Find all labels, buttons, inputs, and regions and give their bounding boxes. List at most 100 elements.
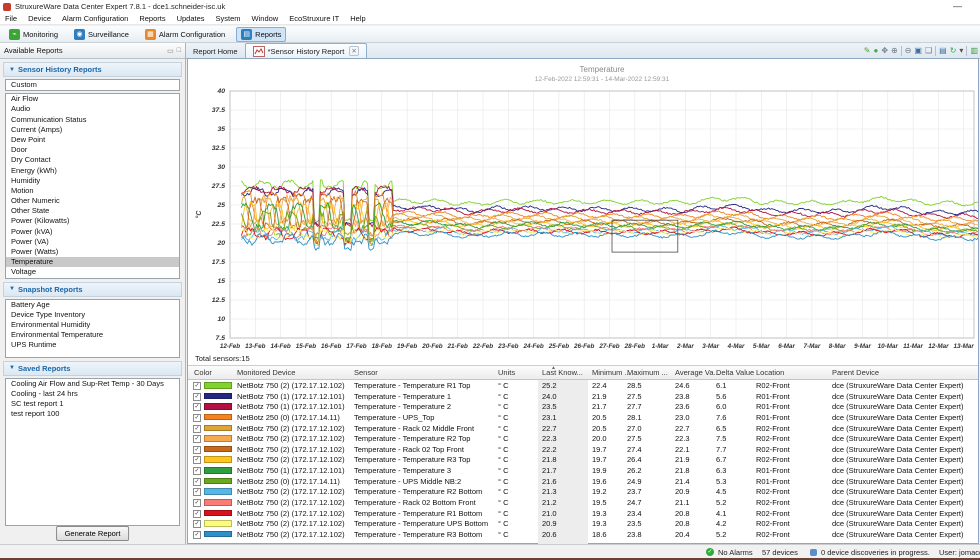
column-header-maximum-[interactable]: Maximum ... bbox=[627, 368, 668, 377]
table-row[interactable]: ✓NetBotz 750 (1) (172.17.12.101)Temperat… bbox=[188, 465, 978, 476]
table-row[interactable]: ✓NetBotz 750 (2) (172.17.12.102)Temperat… bbox=[188, 529, 978, 540]
sensor-history-item-dew-point[interactable]: Dew Point bbox=[6, 135, 179, 145]
column-header-color[interactable]: Color bbox=[194, 368, 212, 377]
column-header-last-know-[interactable]: Last Know... bbox=[542, 368, 583, 377]
column-header-sensor[interactable]: Sensor bbox=[354, 368, 378, 377]
snapshot-item-battery-age[interactable]: Battery Age bbox=[6, 300, 179, 310]
column-header-monitored-device[interactable]: Monitored Device bbox=[237, 368, 295, 377]
maximize-panel-icon[interactable]: □ bbox=[177, 47, 181, 54]
column-header-location[interactable]: Location bbox=[756, 368, 784, 377]
snapshot-item-environmental-humidity[interactable]: Environmental Humidity bbox=[6, 320, 179, 330]
table-row[interactable]: ✓NetBotz 750 (2) (172.17.12.102)Temperat… bbox=[188, 497, 978, 508]
row-checkbox[interactable]: ✓ bbox=[193, 393, 201, 401]
sensor-history-item-door[interactable]: Door bbox=[6, 145, 179, 155]
row-checkbox[interactable]: ✓ bbox=[193, 531, 201, 539]
row-checkbox[interactable]: ✓ bbox=[193, 488, 201, 496]
generate-report-button[interactable]: Generate Report bbox=[56, 526, 130, 541]
marker-toggle-icon[interactable]: ● bbox=[873, 47, 878, 55]
menu-reports[interactable]: Reports bbox=[139, 14, 165, 23]
sensor-history-item-power-va-[interactable]: Power (VA) bbox=[6, 237, 179, 247]
sensor-history-item-temperature[interactable]: Temperature bbox=[6, 257, 179, 267]
edit-chart-icon[interactable]: ✎ bbox=[864, 47, 871, 55]
temperature-line-chart[interactable]: 7.51012.51517.52022.52527.53032.53537.54… bbox=[188, 59, 978, 352]
monitoring-button[interactable]: ⌁Monitoring bbox=[4, 27, 63, 42]
menu-alarm-configuration[interactable]: Alarm Configuration bbox=[62, 14, 128, 23]
column-header-parent-device[interactable]: Parent Device bbox=[832, 368, 879, 377]
row-checkbox[interactable]: ✓ bbox=[193, 403, 201, 411]
zoom-in-icon[interactable]: ⊕ bbox=[891, 47, 898, 55]
row-checkbox[interactable]: ✓ bbox=[193, 478, 201, 486]
menu-updates[interactable]: Updates bbox=[177, 14, 205, 23]
menu-file[interactable]: File bbox=[5, 14, 17, 23]
saved-report-item-cooling-last-24-hrs[interactable]: Cooling - last 24 hrs bbox=[6, 389, 179, 399]
table-header-row[interactable]: ▲ ColorMonitored DeviceSensorUnitsLast K… bbox=[188, 365, 978, 380]
row-checkbox[interactable]: ✓ bbox=[193, 456, 201, 464]
custom-report-item[interactable]: Custom bbox=[5, 79, 180, 91]
menu-window[interactable]: Window bbox=[252, 14, 279, 23]
export-chart-icon[interactable]: ▤ bbox=[939, 47, 947, 55]
snapshot-section-header[interactable]: ▼ Snapshot Reports bbox=[3, 282, 182, 297]
table-row[interactable]: ✓NetBotz 250 (0) (172.17.14.11)Temperatu… bbox=[188, 412, 978, 423]
table-row[interactable]: ✓NetBotz 250 (0) (172.17.14.11)Temperatu… bbox=[188, 476, 978, 487]
column-header-units[interactable]: Units bbox=[498, 368, 515, 377]
sensor-history-item-humidity[interactable]: Humidity bbox=[6, 176, 179, 186]
sensor-history-item-power-kilowatts-[interactable]: Power (Kilowatts) bbox=[6, 216, 179, 226]
menu-help[interactable]: Help bbox=[350, 14, 365, 23]
zoom-out-icon[interactable]: ⊖ bbox=[905, 47, 912, 55]
snapshot-item-device-type-inventory[interactable]: Device Type Inventory bbox=[6, 310, 179, 320]
saved-report-item-cooling-air-flow-and-sup-ret-temp-30-days[interactable]: Cooling Air Flow and Sup-Ret Temp - 30 D… bbox=[6, 379, 179, 389]
sensor-history-item-air-flow[interactable]: Air Flow bbox=[6, 94, 179, 104]
table-row[interactable]: ✓NetBotz 750 (2) (172.17.12.102)Temperat… bbox=[188, 444, 978, 455]
table-row[interactable]: ✓NetBotz 750 (2) (172.17.12.102)Temperat… bbox=[188, 454, 978, 465]
sensor-history-item-dry-contact[interactable]: Dry Contact bbox=[6, 155, 179, 165]
table-row[interactable]: ✓NetBotz 750 (2) (172.17.12.102)Temperat… bbox=[188, 486, 978, 497]
snapshot-item-environmental-temperature[interactable]: Environmental Temperature bbox=[6, 330, 179, 340]
menu-ecostruxure-it[interactable]: EcoStruxure IT bbox=[289, 14, 339, 23]
tab-sensor-history-report[interactable]: *Sensor History Report ✕ bbox=[245, 43, 367, 58]
sensor-history-item-other-numeric[interactable]: Other Numeric bbox=[6, 196, 179, 206]
table-row[interactable]: ✓NetBotz 750 (2) (172.17.12.102)Temperat… bbox=[188, 423, 978, 434]
row-checkbox[interactable]: ✓ bbox=[193, 425, 201, 433]
row-checkbox[interactable]: ✓ bbox=[193, 382, 201, 390]
table-row[interactable]: ✓NetBotz 750 (2) (172.17.12.102)Temperat… bbox=[188, 518, 978, 529]
sensor-history-item-motion[interactable]: Motion bbox=[6, 186, 179, 196]
table-row[interactable]: ✓NetBotz 750 (2) (172.17.12.102)Temperat… bbox=[188, 380, 978, 391]
surveillance-button[interactable]: ◉Surveillance bbox=[69, 27, 134, 42]
minimize-panel-icon[interactable]: ▭ bbox=[167, 47, 174, 55]
sensor-history-item-current-amps-[interactable]: Current (Amps) bbox=[6, 125, 179, 135]
table-row[interactable]: ✓NetBotz 750 (2) (172.17.12.102)Temperat… bbox=[188, 433, 978, 444]
restore-window-icon[interactable]: ❑ bbox=[925, 47, 932, 55]
pan-icon[interactable]: ✥ bbox=[881, 47, 888, 55]
tab-report-home[interactable]: Report Home bbox=[186, 44, 245, 58]
row-checkbox[interactable]: ✓ bbox=[193, 510, 201, 518]
row-checkbox[interactable]: ✓ bbox=[193, 435, 201, 443]
table-row[interactable]: ✓NetBotz 750 (2) (172.17.12.102)Temperat… bbox=[188, 508, 978, 519]
refresh-icon[interactable]: ↻ bbox=[950, 47, 957, 55]
fullscreen-icon[interactable]: ▣ bbox=[914, 47, 922, 55]
sensor-history-item-voltage[interactable]: Voltage bbox=[6, 267, 179, 277]
sensor-history-section-header[interactable]: ▼ Sensor History Reports bbox=[3, 62, 182, 77]
sensor-history-item-audio[interactable]: Audio bbox=[6, 104, 179, 114]
table-row[interactable]: ✓NetBotz 750 (1) (172.17.12.101)Temperat… bbox=[188, 401, 978, 412]
minimize-window-button[interactable]: — bbox=[953, 1, 962, 11]
menu-device[interactable]: Device bbox=[28, 14, 51, 23]
sensor-history-item-power-kva-[interactable]: Power (kVA) bbox=[6, 227, 179, 237]
table-row[interactable]: ✓NetBotz 750 (1) (172.17.12.101)Temperat… bbox=[188, 391, 978, 402]
saved-section-header[interactable]: ▼ Saved Reports bbox=[3, 361, 182, 376]
alarm-configuration-button[interactable]: ▦Alarm Configuration bbox=[140, 27, 230, 42]
column-header-minimum-[interactable]: Minimum ... bbox=[592, 368, 631, 377]
refresh-caret-icon[interactable]: ▾ bbox=[959, 47, 963, 55]
reports-button[interactable]: ▤Reports bbox=[236, 27, 286, 42]
device-count-label[interactable]: 57 devices bbox=[762, 548, 798, 557]
column-header-delta-value[interactable]: Delta Value bbox=[716, 368, 754, 377]
saved-report-item-sc-test-report-1[interactable]: SC test report 1 bbox=[6, 399, 179, 409]
column-header-average-va-[interactable]: Average Va... bbox=[675, 368, 720, 377]
row-checkbox[interactable]: ✓ bbox=[193, 499, 201, 507]
row-checkbox[interactable]: ✓ bbox=[193, 446, 201, 454]
custom-report-label[interactable]: Custom bbox=[6, 80, 179, 90]
row-checkbox[interactable]: ✓ bbox=[193, 520, 201, 528]
sensor-history-item-communication-status[interactable]: Communication Status bbox=[6, 115, 179, 125]
sensor-history-item-power-watts-[interactable]: Power (Watts) bbox=[6, 247, 179, 257]
saved-report-item-test-report-100[interactable]: test report 100 bbox=[6, 409, 179, 419]
menu-system[interactable]: System bbox=[216, 14, 241, 23]
